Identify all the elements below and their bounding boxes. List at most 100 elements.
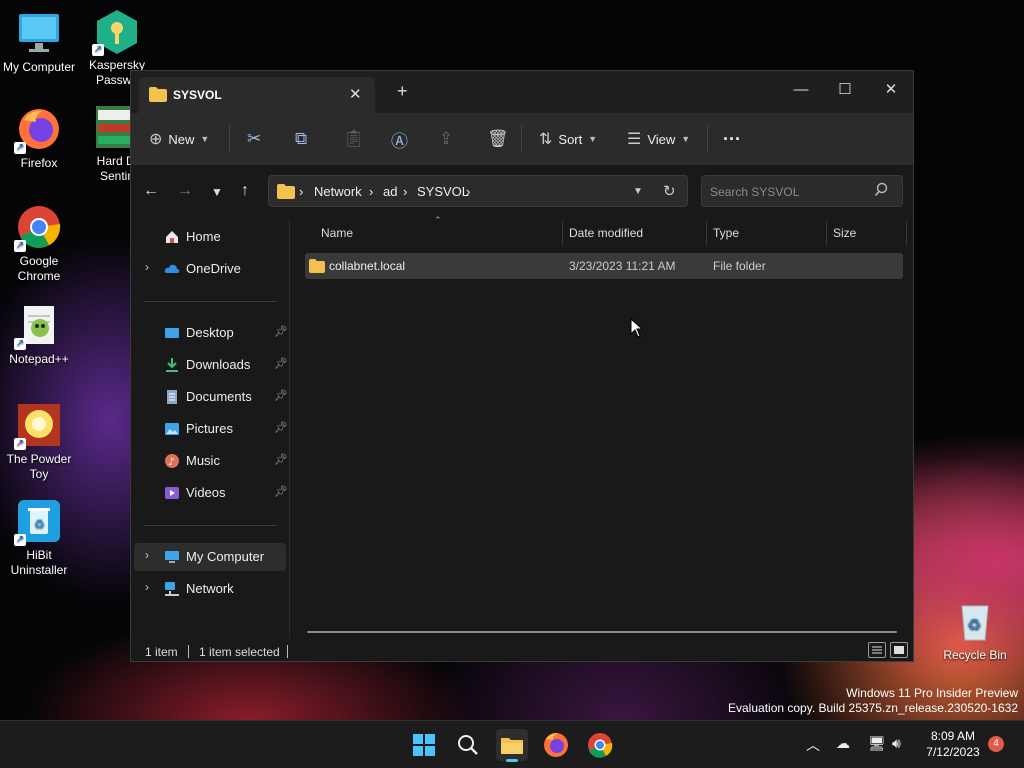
breadcrumb-separator[interactable]: › <box>466 184 470 199</box>
sort-button[interactable]: ⇅ Sort ▼ <box>539 127 597 151</box>
tiles-view-button[interactable] <box>890 642 908 658</box>
forward-arrow-icon[interactable]: → <box>175 182 195 200</box>
tab-sysvol[interactable]: SYSVOL ✕ <box>139 77 375 113</box>
pin-icon[interactable]: 📌︎ <box>274 421 288 434</box>
refresh-icon[interactable]: ↻ <box>663 182 676 200</box>
back-arrow-icon[interactable]: ← <box>141 182 161 200</box>
chrome-taskbar-button[interactable] <box>584 729 616 761</box>
rename-button[interactable]: Ⓐ <box>391 127 408 151</box>
sidebar-item-pictures[interactable]: Pictures 📌︎ <box>134 415 288 443</box>
column-header-type[interactable]: Type <box>713 226 739 240</box>
delete-button[interactable]: 🗑︎ <box>487 127 509 151</box>
sidebar-item-documents[interactable]: Documents 📌︎ <box>134 383 288 411</box>
system-clock[interactable]: 8:09 AM 7/12/2023 <box>918 728 988 760</box>
sidebar-item-downloads[interactable]: Downloads 📌︎ <box>134 351 288 379</box>
chevron-right-icon[interactable]: › <box>145 260 149 274</box>
divider <box>143 301 277 302</box>
svg-text:♻: ♻ <box>967 615 981 634</box>
column-divider[interactable] <box>562 221 563 245</box>
notification-badge[interactable]: 4 <box>988 736 1004 752</box>
folder-icon <box>149 87 167 107</box>
shortcut-arrow-icon: ↗ <box>92 44 104 56</box>
sidebar-item-my-computer[interactable]: › My Computer <box>134 543 286 571</box>
search-box[interactable]: Search SYSVOL <box>701 175 903 207</box>
onedrive-offline-icon[interactable]: ☁ <box>836 735 850 752</box>
sidebar-item-videos[interactable]: Videos 📌︎ <box>134 479 288 507</box>
new-tab-button[interactable]: + <box>397 81 408 102</box>
address-bar[interactable]: › Network › ad › SYSVOL › ▼ ↻ <box>268 175 688 207</box>
show-hidden-icons-chevron-icon[interactable]: ︿ <box>806 735 820 755</box>
desktop-icon-the-powder-toy[interactable]: ↗ The Powder Toy <box>0 402 78 482</box>
column-divider[interactable] <box>826 221 827 245</box>
desktop-icon-firefox[interactable]: ↗ Firefox <box>0 106 78 171</box>
sidebar-item-music[interactable]: ♪ Music 📌︎ <box>134 447 288 475</box>
column-divider[interactable] <box>906 221 907 245</box>
breadcrumb-separator[interactable]: › <box>369 184 373 199</box>
file-row[interactable]: collabnet.local 3/23/2023 11:21 AM File … <box>305 253 903 279</box>
breadcrumb-sysvol[interactable]: SYSVOL <box>417 184 469 199</box>
search-input[interactable]: Search SYSVOL <box>710 185 799 199</box>
firefox-taskbar-button[interactable] <box>540 729 572 761</box>
clock-time: 8:09 AM <box>930 729 976 743</box>
sidebar-item-network[interactable]: › Network <box>134 575 286 603</box>
search-taskbar-button[interactable] <box>452 729 484 761</box>
cut-button[interactable]: ✂ <box>247 127 261 151</box>
recent-locations-chevron-icon[interactable]: ▼ <box>207 185 227 199</box>
desktop-icon-recycle-bin[interactable]: ♻ Recycle Bin <box>936 598 1014 663</box>
column-header-name[interactable]: Name <box>321 226 353 240</box>
up-arrow-icon[interactable]: ↑ <box>235 182 255 200</box>
paste-button[interactable]: 📋︎ <box>343 127 365 151</box>
chevron-right-icon[interactable]: › <box>145 580 149 594</box>
pin-icon[interactable]: 📌︎ <box>274 453 288 466</box>
tab-title: SYSVOL <box>173 88 222 102</box>
new-button-label: New <box>168 131 195 147</box>
chevron-down-icon[interactable]: ▼ <box>633 186 643 197</box>
scissors-icon: ✂ <box>247 129 262 148</box>
start-button[interactable] <box>408 729 440 761</box>
chevron-right-icon[interactable]: › <box>145 548 149 562</box>
column-divider[interactable] <box>706 221 707 245</box>
breadcrumb-network[interactable]: Network <box>314 184 362 199</box>
trash-icon: 🗑︎ <box>487 129 509 148</box>
close-tab-icon[interactable]: ✕ <box>349 85 362 103</box>
minimize-button[interactable]: — <box>781 77 821 103</box>
pictures-icon <box>164 421 180 437</box>
pin-icon[interactable]: 📌︎ <box>274 485 288 498</box>
column-header-size[interactable]: Size <box>833 226 856 240</box>
pin-icon[interactable]: 📌︎ <box>274 389 288 402</box>
breadcrumb-separator[interactable]: › <box>403 184 407 199</box>
view-button[interactable]: ☰ View ▼ <box>627 127 690 151</box>
shortcut-arrow-icon: ↗ <box>14 142 26 154</box>
navigation-bar: ← → ▼ ↑ › Network › ad › SYSVOL › ▼ ↻ Se… <box>131 165 913 219</box>
desktop-icon-google-chrome[interactable]: ↗ Google Chrome <box>0 204 78 284</box>
details-view-button[interactable] <box>868 642 886 658</box>
sidebar-item-home[interactable]: Home <box>134 223 286 251</box>
share-button[interactable]: ⇪ <box>439 127 453 151</box>
horizontal-scrollbar[interactable] <box>307 631 897 633</box>
breadcrumb-ad[interactable]: ad <box>383 184 397 199</box>
file-type: File folder <box>713 259 766 273</box>
close-window-button[interactable]: ✕ <box>871 77 911 103</box>
file-explorer-window[interactable]: SYSVOL ✕ + — ☐ ✕ ⊕ New ▼ ✂ ⧉ 📋︎ Ⓐ ⇪ 🗑︎ ⇅… <box>130 70 914 662</box>
new-button[interactable]: ⊕ New ▼ <box>149 127 209 151</box>
copy-button[interactable]: ⧉ <box>295 127 307 151</box>
sidebar-item-desktop[interactable]: Desktop 📌︎ <box>134 319 288 347</box>
search-icon[interactable] <box>874 182 888 201</box>
column-header-date-modified[interactable]: Date modified <box>569 226 643 240</box>
desktop-icon-notepad-plus-plus[interactable]: ↗ Notepad++ <box>0 302 78 367</box>
network-status-icon[interactable]: 🖥︎ <box>868 735 886 752</box>
pin-icon[interactable]: 📌︎ <box>274 325 288 338</box>
volume-icon[interactable]: 🔊︎ <box>892 735 901 752</box>
desktop-icon-hibit-uninstaller[interactable]: ♻ ↗ HiBit Uninstaller <box>0 498 78 578</box>
title-bar[interactable]: SYSVOL ✕ + — ☐ ✕ <box>131 71 913 113</box>
sidebar-item-onedrive[interactable]: › OneDrive <box>134 255 286 283</box>
evaluation-watermark: Windows 11 Pro Insider Preview Evaluatio… <box>728 686 1018 716</box>
pane-divider[interactable] <box>289 219 290 639</box>
chevron-down-icon: ▼ <box>681 134 691 144</box>
pin-icon[interactable]: 📌︎ <box>274 357 288 370</box>
file-explorer-taskbar-button[interactable] <box>496 729 528 762</box>
breadcrumb-separator[interactable]: › <box>299 184 303 199</box>
more-options-button[interactable]: ··· <box>723 127 741 151</box>
desktop-icon-my-computer[interactable]: My Computer <box>0 10 78 75</box>
maximize-button[interactable]: ☐ <box>825 77 865 103</box>
